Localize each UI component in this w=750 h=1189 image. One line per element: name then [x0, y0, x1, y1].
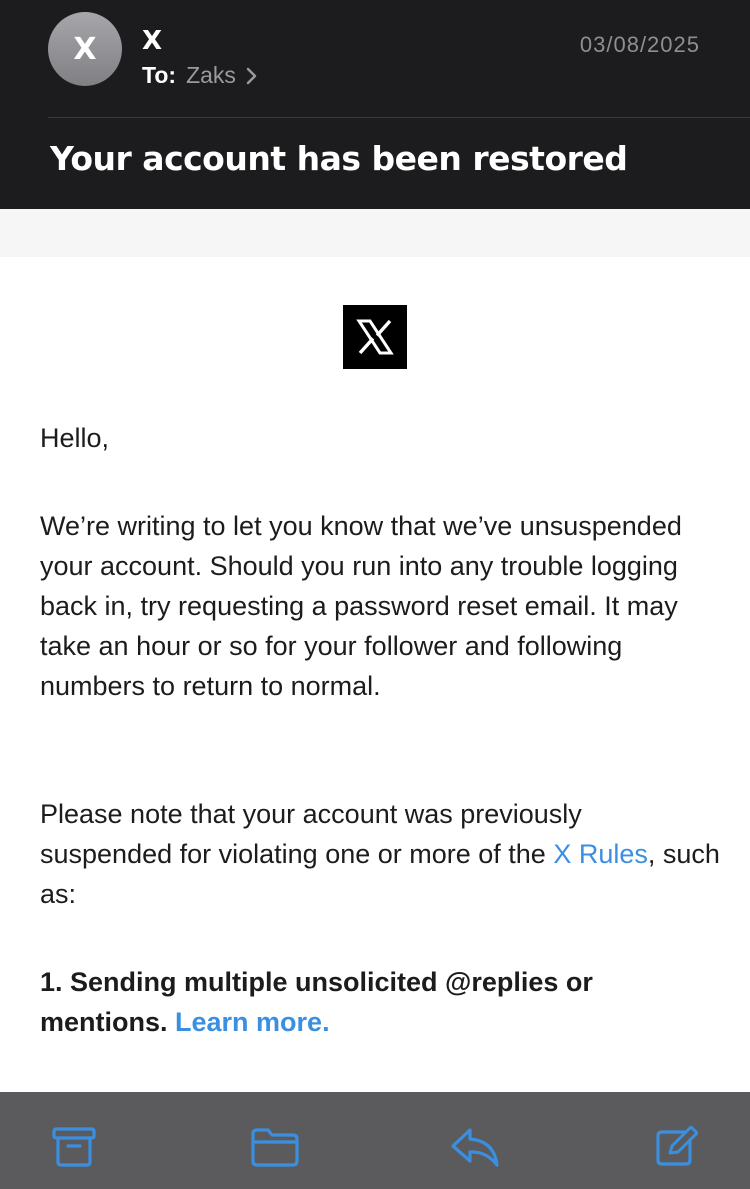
- email-paragraph-note: Please note that your account was previo…: [40, 794, 720, 914]
- chevron-right-icon: [246, 67, 257, 84]
- email-greeting: Hello,: [40, 423, 110, 453]
- email-date: 03/08/2025: [579, 32, 700, 57]
- x-rules-link[interactable]: X Rules: [553, 839, 648, 869]
- bottom-toolbar: [0, 1092, 750, 1189]
- learn-more-link[interactable]: Learn more.: [175, 1007, 330, 1037]
- avatar-initial: X: [73, 31, 97, 67]
- violation-item: 1. Sending multiple unsolicited @replies…: [40, 962, 720, 1042]
- folder-icon[interactable]: [250, 1126, 300, 1168]
- body-top-band: [0, 209, 750, 257]
- email-paragraph-unsuspended: We’re writing to let you know that we’ve…: [40, 511, 682, 701]
- email-header: X X To: Zaks 03/08/2025 Your account has…: [0, 0, 750, 209]
- email-subject: Your account has been restored: [50, 139, 628, 178]
- note-text-before: Please note that your account was previo…: [40, 799, 582, 869]
- sender-avatar[interactable]: X: [48, 12, 122, 86]
- to-label: To:: [142, 62, 177, 88]
- compose-icon[interactable]: [654, 1125, 699, 1168]
- header-divider: [48, 117, 750, 118]
- recipient-line[interactable]: To: Zaks: [142, 62, 258, 89]
- reply-icon[interactable]: [450, 1126, 500, 1168]
- sender-name[interactable]: X: [142, 26, 162, 56]
- recipient-name[interactable]: Zaks: [186, 62, 236, 89]
- archive-icon[interactable]: [52, 1126, 96, 1168]
- x-logo-icon: [343, 305, 407, 369]
